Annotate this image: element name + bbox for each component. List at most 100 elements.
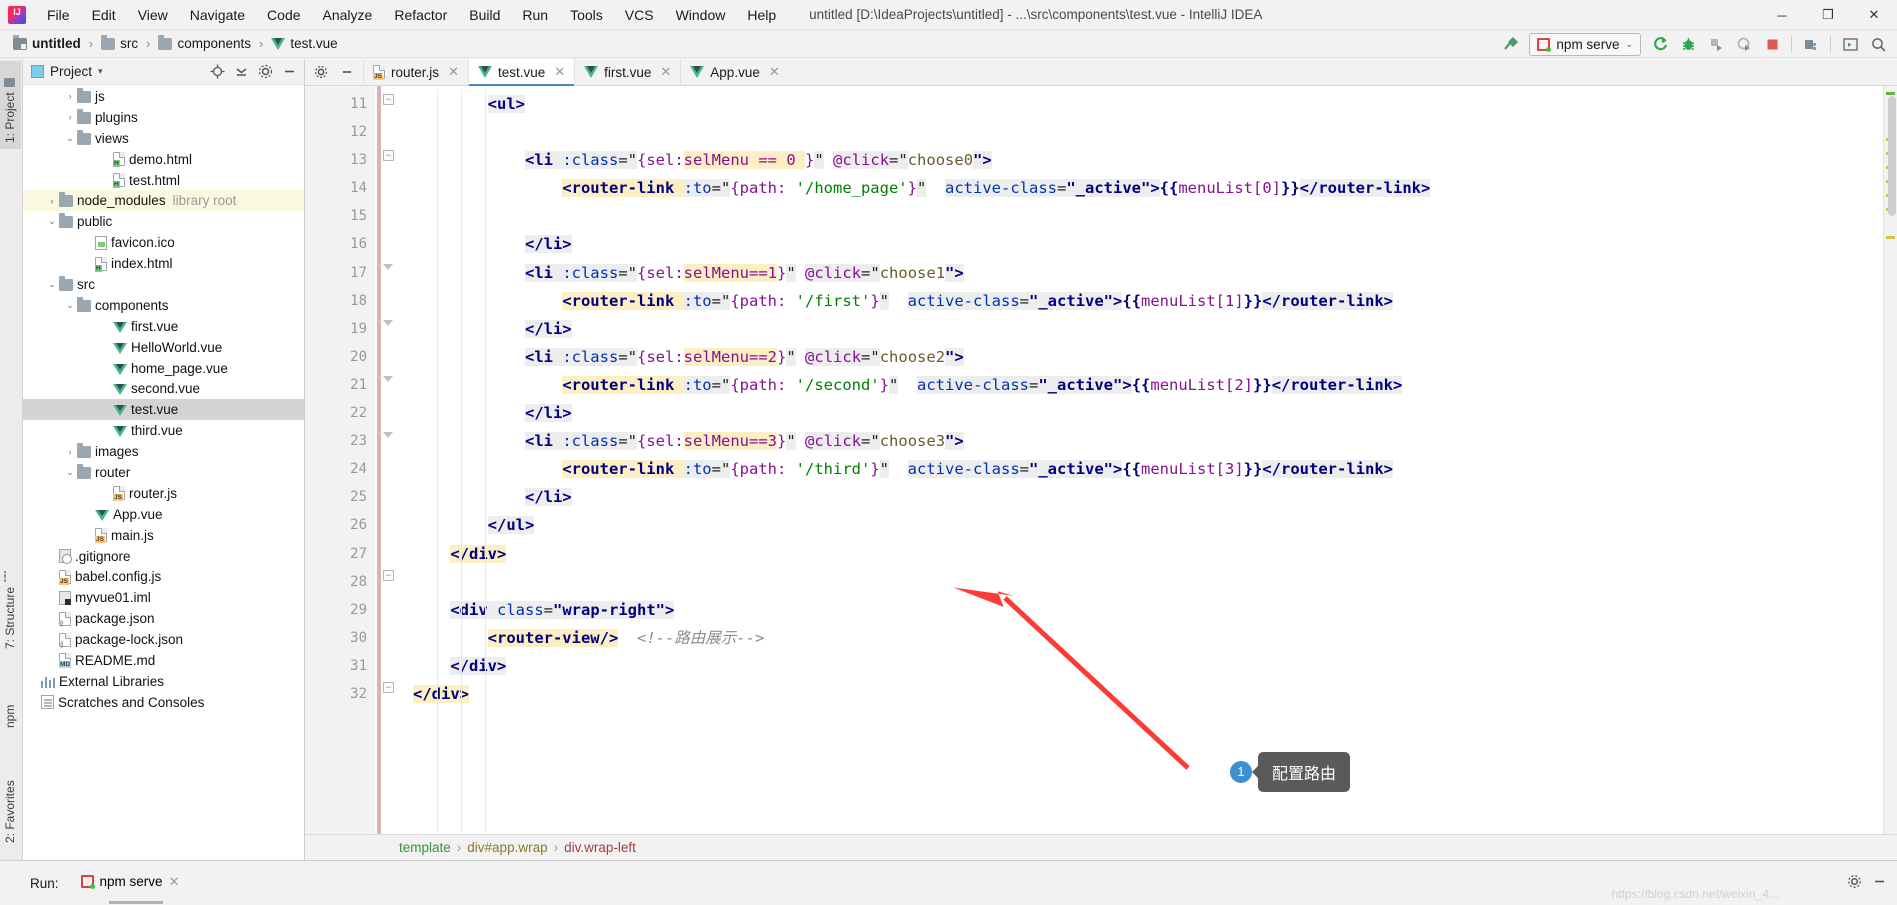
- tree-node-components[interactable]: ⌄ components: [23, 295, 304, 316]
- tree-node-test-vue[interactable]: test.vue: [23, 399, 304, 421]
- terminal-icon[interactable]: [1837, 32, 1863, 56]
- tree-node-helloworld-vue[interactable]: HelloWorld.vue: [23, 337, 304, 358]
- editor-analysis-stripe[interactable]: [1883, 86, 1897, 834]
- breadcrumb-div-wrap-left[interactable]: div.wrap-left: [564, 840, 636, 855]
- breadcrumb-item-components[interactable]: components: [155, 34, 254, 52]
- run-configuration-selector[interactable]: npm serve ⌄: [1529, 32, 1641, 56]
- tree-node-babel-config-js[interactable]: JS babel.config.js: [23, 566, 304, 587]
- close-icon[interactable]: ✕: [660, 64, 671, 80]
- close-icon[interactable]: ✕: [448, 64, 459, 80]
- expand-arrow-icon[interactable]: ›: [63, 112, 77, 122]
- tree-node-package-lock-json[interactable]: {} package-lock.json: [23, 629, 304, 650]
- menu-refactor[interactable]: Refactor: [383, 3, 458, 27]
- tree-node-third-vue[interactable]: third.vue: [23, 420, 304, 441]
- profile-icon[interactable]: [1731, 32, 1757, 56]
- menu-help[interactable]: Help: [736, 3, 787, 27]
- menu-file[interactable]: File: [36, 3, 81, 27]
- hide-editor-icon[interactable]: [337, 62, 357, 82]
- breadcrumb-item-testvue[interactable]: test.vue: [268, 35, 340, 52]
- tree-node-app-vue[interactable]: App.vue: [23, 504, 304, 525]
- tree-node-js[interactable]: › js: [23, 86, 304, 107]
- tree-node-favicon-ico[interactable]: favicon.ico: [23, 232, 304, 253]
- line-number-gutter[interactable]: 11 12 13 14 15 16 17 18 19 20 21 22 23 24 25 26 27 28 29 30…: [305, 86, 375, 834]
- expand-arrow-icon[interactable]: ⌄: [45, 216, 59, 227]
- project-structure-icon[interactable]: [1798, 32, 1824, 56]
- run-tab-npm-serve[interactable]: npm serve ✕: [80, 874, 180, 904]
- menu-analyze[interactable]: Analyze: [312, 3, 384, 27]
- settings-gear-icon[interactable]: [254, 61, 276, 83]
- breadcrumb-div-app-wrap[interactable]: div#app.wrap: [467, 840, 547, 855]
- run-with-coverage-icon[interactable]: [1703, 32, 1729, 56]
- tree-node-test-html[interactable]: Htest.html: [23, 170, 304, 191]
- menu-tools[interactable]: Tools: [559, 3, 614, 27]
- menu-view[interactable]: View: [127, 3, 179, 27]
- tree-node-external-libraries[interactable]: External Libraries: [23, 671, 304, 692]
- tree-node-main-js[interactable]: JS main.js: [23, 525, 304, 546]
- settings-gear-icon[interactable]: [1847, 874, 1862, 892]
- tree-node--gitignore[interactable]: .gitignore: [23, 546, 304, 567]
- menu-vcs[interactable]: VCS: [614, 3, 665, 27]
- tree-node-plugins[interactable]: › plugins: [23, 107, 304, 128]
- rerun-icon[interactable]: [1647, 32, 1673, 56]
- tree-node-scratches-and-consoles[interactable]: Scratches and Consoles: [23, 692, 304, 713]
- breadcrumb-item-src[interactable]: src: [98, 34, 141, 52]
- tree-node-router-js[interactable]: JS router.js: [23, 483, 304, 504]
- breadcrumb-template[interactable]: template: [399, 840, 451, 855]
- collapse-all-icon[interactable]: [230, 61, 252, 83]
- expand-arrow-icon[interactable]: ›: [45, 196, 59, 206]
- tree-node-index-html[interactable]: Hindex.html: [23, 253, 304, 274]
- search-everywhere-icon[interactable]: [1865, 32, 1891, 56]
- tree-node-images[interactable]: › images: [23, 441, 304, 462]
- expand-arrow-icon[interactable]: ⌄: [63, 467, 77, 478]
- breadcrumb-item-untitled[interactable]: untitled: [10, 34, 84, 52]
- code-editor[interactable]: 11 12 13 14 15 16 17 18 19 20 21 22 23 24 25 26 27 28 29 30…: [305, 86, 1897, 834]
- editor-scrollbar-thumb[interactable]: [1888, 96, 1896, 216]
- tool-window-tab-npm[interactable]: npm: [0, 684, 21, 734]
- editor-tab-routerjs[interactable]: JS router.js ✕: [363, 59, 468, 85]
- editor-tab-testvue[interactable]: test.vue ✕: [467, 59, 575, 86]
- tree-node-first-vue[interactable]: first.vue: [23, 316, 304, 337]
- menu-code[interactable]: Code: [256, 3, 311, 27]
- minimize-button[interactable]: ─: [1759, 0, 1805, 30]
- settings-gear-icon[interactable]: [311, 62, 331, 82]
- hide-panel-icon[interactable]: [1872, 874, 1887, 892]
- tree-node-node-modules[interactable]: › node_modules library root: [23, 190, 304, 212]
- code-content[interactable]: <ul> <li :class="{sel:selMenu == 0 }" @c…: [375, 86, 1883, 834]
- project-file-tree[interactable]: › js › plugins ⌄ views Hdemo.html Htest.html › no…: [23, 85, 304, 860]
- menu-navigate[interactable]: Navigate: [179, 3, 256, 27]
- menu-run[interactable]: Run: [511, 3, 559, 27]
- expand-arrow-icon[interactable]: ⌄: [63, 133, 77, 144]
- locate-file-icon[interactable]: [206, 61, 228, 83]
- expand-arrow-icon[interactable]: ›: [63, 91, 77, 101]
- menu-build[interactable]: Build: [458, 3, 511, 27]
- tree-node-public[interactable]: ⌄ public: [23, 211, 304, 232]
- project-panel-title[interactable]: Project ▾: [31, 64, 103, 79]
- menu-edit[interactable]: Edit: [81, 3, 127, 27]
- close-icon[interactable]: ✕: [169, 874, 180, 890]
- tool-window-tab-favorites[interactable]: 2: Favorites: [0, 759, 21, 849]
- build-hammer-icon[interactable]: [1497, 32, 1523, 56]
- close-button[interactable]: ✕: [1851, 0, 1897, 30]
- expand-arrow-icon[interactable]: ›: [63, 447, 77, 457]
- maximize-button[interactable]: ❐: [1805, 0, 1851, 30]
- editor-tab-appvue[interactable]: App.vue ✕: [680, 59, 788, 85]
- tree-node-package-json[interactable]: {} package.json: [23, 608, 304, 629]
- close-icon[interactable]: ✕: [769, 64, 780, 80]
- editor-tab-firstvue[interactable]: first.vue ✕: [574, 59, 680, 85]
- tree-node-views[interactable]: ⌄ views: [23, 128, 304, 149]
- menu-window[interactable]: Window: [665, 3, 737, 27]
- tree-node-second-vue[interactable]: second.vue: [23, 378, 304, 399]
- expand-arrow-icon[interactable]: ⌄: [45, 279, 59, 290]
- close-icon[interactable]: ✕: [554, 64, 565, 80]
- tool-window-tab-structure[interactable]: 7: Structure: [0, 559, 21, 655]
- expand-arrow-icon[interactable]: ⌄: [63, 300, 77, 311]
- tool-window-tab-project[interactable]: 1: Project: [0, 61, 21, 149]
- tree-node-readme-md[interactable]: MD README.md: [23, 650, 304, 671]
- tree-node-myvue01-iml[interactable]: myvue01.iml: [23, 587, 304, 608]
- tree-node-home-page-vue[interactable]: home_page.vue: [23, 358, 304, 379]
- tree-node-src[interactable]: ⌄ src: [23, 274, 304, 295]
- tree-node-demo-html[interactable]: Hdemo.html: [23, 149, 304, 170]
- tree-node-router[interactable]: ⌄ router: [23, 462, 304, 483]
- debug-bug-icon[interactable]: [1675, 32, 1701, 56]
- stop-icon[interactable]: [1759, 32, 1785, 56]
